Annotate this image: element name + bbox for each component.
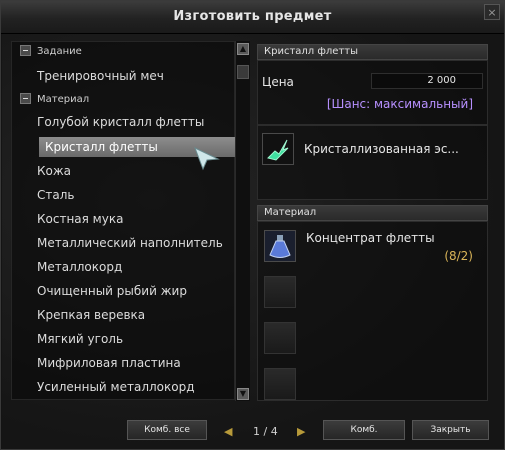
combine-all-button[interactable]: Комб. все [127,420,207,440]
collapse-icon[interactable] [20,93,31,104]
mouse-cursor-icon [194,147,220,171]
item-name-header: Кристалл флетты [257,44,488,60]
combine-button[interactable]: Комб. [323,420,405,440]
scroll-down-icon[interactable]: ▼ [237,388,249,400]
tree-item[interactable]: Тренировочный меч [12,66,164,86]
tree-item[interactable]: Металлический наполнитель [12,233,223,253]
tree-category-quest[interactable]: Задание [12,42,82,62]
material-count: (8/2) [444,249,473,263]
material-name: Концентрат флетты [306,231,435,245]
tree-item[interactable]: Голубой кристалл флетты [12,112,204,132]
window-title: Изготовить предмет [173,9,332,24]
recipe-detail: Кристалл флетты Цена 2 000 [Шанс: максим… [257,44,488,401]
collapse-icon[interactable] [20,45,31,56]
tree-item[interactable]: Мифриловая пластина [12,353,181,373]
tree-item[interactable]: Очищенный рыбий жир [12,281,187,301]
tree-item[interactable]: Крепкая веревка [12,305,145,325]
title-bar[interactable]: Изготовить предмет × [1,1,504,34]
potion-icon [265,231,295,261]
tree-scrollbar[interactable]: ▲ ▼ [235,41,250,401]
tree-item[interactable]: Мягкий уголь [12,329,123,349]
tree-item[interactable]: Сталь [12,185,74,205]
page-indicator: 1 / 4 [253,425,278,438]
tree-item[interactable]: Костная мука [12,209,123,229]
material-list: Концентрат флетты (8/2) [257,221,488,401]
price-value: 2 000 [371,73,483,89]
price-box: Цена 2 000 [Шанс: максимальный] [257,60,488,125]
tree-item[interactable]: Металлокорд [12,257,122,277]
result-name: Кристаллизованная эс... [304,142,459,156]
tree-item[interactable]: Усиленный металлокорд [12,377,195,397]
result-slot[interactable] [262,133,294,165]
material-slot[interactable] [264,230,296,262]
result-box: Кристаллизованная эс... [257,125,488,200]
recipe-tree: Задание Тренировочный меч Материал Голуб… [11,41,242,400]
crystal-icon [263,134,293,164]
tree-item[interactable]: Кожа [12,161,71,181]
material-slot-empty[interactable] [264,276,296,308]
material-header: Материал [257,205,488,221]
scroll-up-icon[interactable]: ▲ [237,43,249,55]
close-button[interactable]: Закрыть [412,420,489,440]
material-slot-empty[interactable] [264,322,296,354]
chance-text: [Шанс: максимальный] [326,97,473,111]
craft-window: Изготовить предмет × Задание Тренировочн… [0,0,505,450]
close-icon[interactable]: × [484,4,500,20]
tree-category-material[interactable]: Материал [12,90,89,110]
next-page-icon[interactable]: ▶ [297,425,305,438]
price-label: Цена [262,75,294,89]
material-slot-empty[interactable] [264,368,296,400]
scroll-thumb[interactable] [237,65,249,79]
prev-page-icon[interactable]: ◀ [224,425,232,438]
